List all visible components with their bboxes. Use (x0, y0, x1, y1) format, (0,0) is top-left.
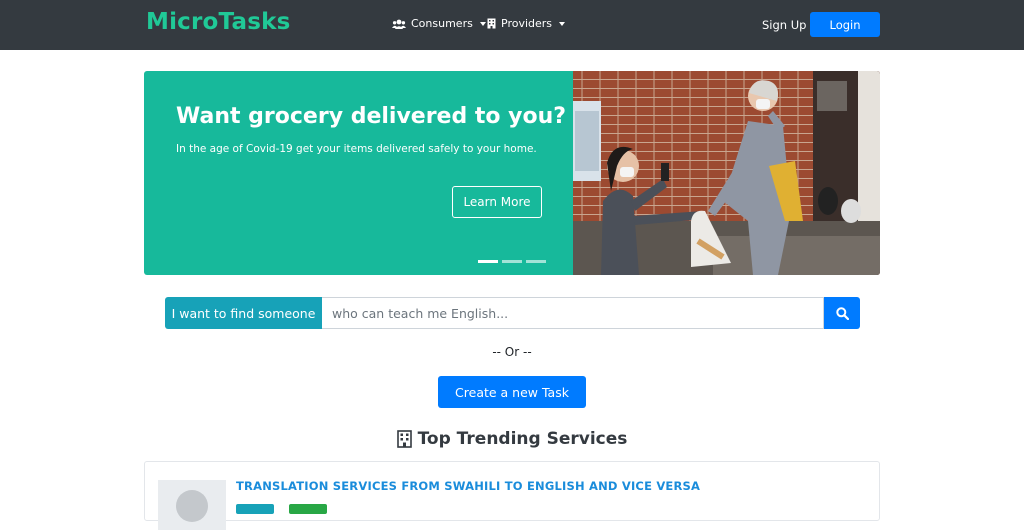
brand-logo[interactable]: MicroTasks (146, 9, 290, 35)
login-button[interactable]: Login (810, 12, 880, 37)
building-icon (396, 430, 412, 448)
chevron-down-icon (479, 21, 486, 26)
learn-more-button[interactable]: Learn More (452, 186, 542, 218)
hero-panel: Want grocery delivered to you? In the ag… (144, 71, 573, 275)
avatar-placeholder (176, 490, 208, 522)
service-thumbnail (158, 480, 226, 530)
service-badge (236, 504, 274, 514)
service-badge (289, 504, 327, 514)
providers-dropdown[interactable]: Providers (487, 17, 566, 30)
search-prefix-label: I want to find someone (165, 297, 322, 329)
consumers-dropdown[interactable]: Consumers (392, 17, 486, 30)
trending-heading: Top Trending Services (0, 429, 1024, 449)
users-icon (392, 19, 406, 29)
service-card[interactable]: TRANSLATION SERVICES FROM SWAHILI TO ENG… (144, 461, 880, 530)
chevron-down-icon (559, 21, 566, 26)
create-task-button[interactable]: Create a new Task (438, 376, 586, 408)
or-divider-text: -- Or -- (492, 345, 532, 359)
search-button[interactable] (824, 297, 860, 329)
search-group: I want to find someone (165, 297, 860, 329)
carousel-indicator[interactable] (502, 260, 522, 263)
hero-image (573, 71, 880, 275)
providers-label: Providers (501, 17, 553, 30)
hero-subtitle: In the age of Covid-19 get your items de… (176, 143, 537, 155)
navbar: MicroTasks Consumers Providers Sign Up L… (0, 0, 1024, 50)
trending-title: Top Trending Services (417, 429, 628, 449)
signup-link[interactable]: Sign Up (762, 18, 806, 32)
carousel-indicator[interactable] (478, 260, 498, 263)
building-icon (487, 18, 496, 29)
service-title-link[interactable]: TRANSLATION SERVICES FROM SWAHILI TO ENG… (236, 479, 700, 493)
search-input[interactable] (322, 297, 824, 329)
hero-carousel: Want grocery delivered to you? In the ag… (144, 71, 880, 275)
carousel-indicator[interactable] (526, 260, 546, 263)
carousel-indicators (478, 260, 546, 263)
consumers-label: Consumers (411, 17, 473, 30)
search-icon (835, 306, 849, 320)
hero-title: Want grocery delivered to you? (176, 104, 567, 129)
